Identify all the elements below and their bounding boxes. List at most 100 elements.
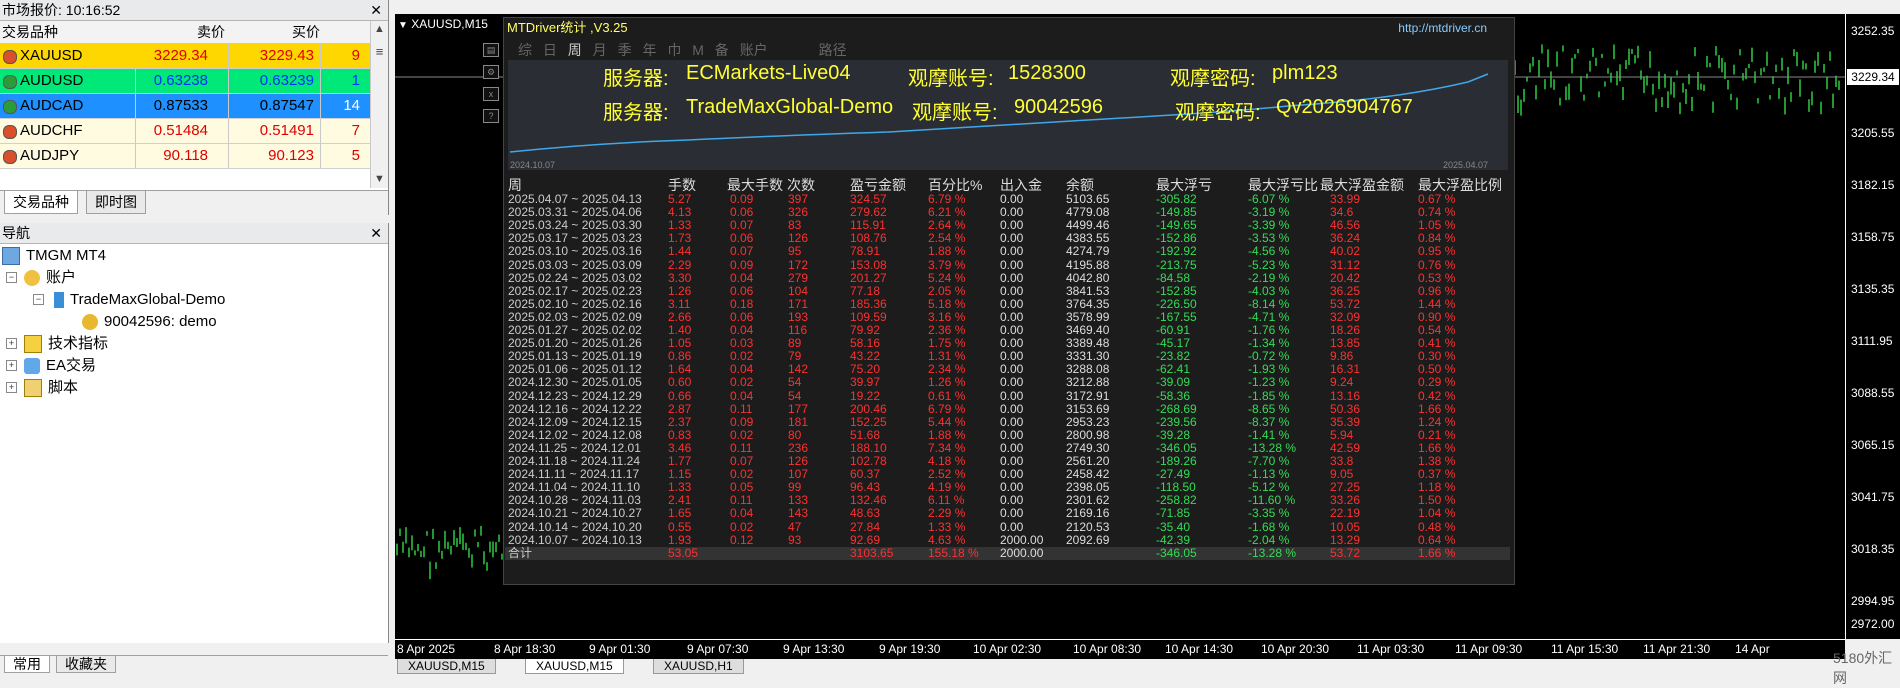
market-row[interactable]: AUDCAD 0.87533 0.87547 14 bbox=[0, 94, 370, 119]
pnl-cell: 43.22 bbox=[850, 349, 881, 364]
chart-tab-2[interactable]: XAUUSD,M15 bbox=[525, 659, 624, 674]
tab-summary[interactable]: 综 bbox=[518, 42, 532, 58]
expand-experts-icon[interactable]: + bbox=[6, 360, 17, 371]
tab-day[interactable]: 日 bbox=[543, 42, 557, 58]
tab-tick-chart[interactable]: 即时图 bbox=[86, 191, 146, 214]
max-float-loss-pct-cell: -4.03 % bbox=[1248, 283, 1290, 298]
count-cell: 142 bbox=[788, 362, 809, 377]
col-ask-header[interactable]: 买价 bbox=[270, 21, 320, 43]
max-float-profit-cell: 16.31 bbox=[1330, 362, 1361, 377]
nav-item-account[interactable]: 90042596: demo bbox=[82, 312, 217, 332]
column-divider bbox=[135, 144, 136, 168]
max-float-loss-cell: -305.82 bbox=[1156, 192, 1197, 206]
arrow-down-icon bbox=[3, 50, 17, 64]
price-tick: 3135.35 bbox=[1851, 282, 1895, 296]
nav-item-server[interactable]: TradeMaxGlobal-Demo bbox=[54, 290, 225, 310]
scroll-up-icon[interactable]: ▲ bbox=[371, 21, 388, 38]
tab-favorites[interactable]: 收藏夹 bbox=[56, 656, 116, 673]
collapse-server-icon[interactable]: − bbox=[33, 294, 44, 305]
server-label-2: 服务器: bbox=[603, 102, 669, 124]
col-symbol-header[interactable]: 交易品种 bbox=[2, 21, 58, 43]
tab-week[interactable]: 周 bbox=[568, 42, 582, 58]
lots-cell: 3.30 bbox=[668, 270, 692, 285]
settings-icon[interactable]: ⚙ bbox=[483, 65, 499, 79]
market-watch-close-icon[interactable]: ✕ bbox=[370, 0, 382, 20]
tab-path[interactable]: 路径 bbox=[819, 42, 847, 58]
tab-symbol[interactable]: 巾 bbox=[667, 42, 681, 58]
max-float-loss-pct-cell: -1.13 % bbox=[1248, 467, 1290, 482]
market-row[interactable]: XAUUSD 3229.34 3229.43 9 bbox=[0, 44, 370, 69]
indicator-icon bbox=[24, 335, 42, 354]
help-icon[interactable]: ? bbox=[483, 109, 499, 123]
nav-item-scripts[interactable]: 脚本 bbox=[24, 378, 78, 398]
max-float-profit-pct-cell: 0.76 % bbox=[1418, 257, 1456, 272]
lots-cell: 2.29 bbox=[668, 257, 692, 272]
pnl-cell: 152.25 bbox=[850, 414, 887, 429]
deposit-cell: 0.00 bbox=[1000, 427, 1024, 442]
column-divider bbox=[135, 119, 136, 143]
week-cell: 2025.03.24 ~ 2025.03.30 bbox=[508, 218, 642, 233]
total-max-float-profit-pct-cell: 1.66 % bbox=[1418, 545, 1456, 560]
max-float-loss-cell: -35.40 bbox=[1156, 519, 1191, 534]
market-row[interactable]: AUDCHF 0.51484 0.51491 7 bbox=[0, 119, 370, 144]
close-icon[interactable]: x bbox=[483, 87, 499, 101]
lots-cell: 0.66 bbox=[668, 388, 692, 403]
max-float-loss-pct-cell: -7.70 % bbox=[1248, 454, 1290, 468]
percent-cell: 1.88 % bbox=[928, 244, 966, 259]
count-cell: 83 bbox=[788, 218, 802, 233]
chart-tab-1[interactable]: XAUUSD,M15 bbox=[397, 659, 496, 674]
pnl-cell: 19.22 bbox=[850, 388, 881, 403]
market-row[interactable]: AUDUSD 0.63238 0.63239 1 bbox=[0, 69, 370, 94]
expand-indicators-icon[interactable]: + bbox=[6, 338, 17, 349]
tab-quarter[interactable]: 季 bbox=[618, 42, 632, 58]
scroll-menu-icon[interactable]: ≡ bbox=[371, 43, 388, 60]
week-cell: 2025.04.07 ~ 2025.04.13 bbox=[508, 192, 642, 206]
nav-item-terminal[interactable]: TMGM MT4 bbox=[2, 246, 106, 266]
max-float-profit-pct-cell: 0.41 % bbox=[1418, 336, 1456, 351]
tab-account[interactable]: 账户 bbox=[740, 42, 768, 58]
deposit-cell: 0.00 bbox=[1000, 440, 1024, 455]
tab-note[interactable]: 备 bbox=[715, 42, 729, 58]
collapse-accounts-icon[interactable]: − bbox=[6, 272, 17, 283]
pnl-cell: 185.36 bbox=[850, 296, 887, 311]
nav-item-experts[interactable]: EA交易 bbox=[24, 356, 96, 376]
lots-cell: 1.93 bbox=[668, 532, 692, 547]
table-row: 2025.02.24 ~ 2025.03.02 3.30 0.04 279 201.27… bbox=[505, 270, 1510, 285]
tab-symbols[interactable]: 交易品种 bbox=[4, 191, 78, 214]
mtdriver-name: MTDriver统计 ,V3.25 bbox=[507, 20, 628, 35]
pnl-cell: 51.68 bbox=[850, 427, 881, 442]
chart-tab-3[interactable]: XAUUSD,H1 bbox=[653, 659, 744, 674]
nav-item-accounts[interactable]: 账户 bbox=[24, 268, 76, 288]
mtdriver-url[interactable]: http://mtdriver.cn bbox=[1398, 17, 1487, 39]
table-row: 2025.03.03 ~ 2025.03.09 2.29 0.09 172 153.08… bbox=[505, 257, 1510, 272]
expand-scripts-icon[interactable]: + bbox=[6, 382, 17, 393]
percent-cell: 4.19 % bbox=[928, 480, 966, 495]
chart-menu-icon[interactable]: ▼ bbox=[398, 20, 408, 31]
bid-cell: 0.87533 bbox=[153, 97, 208, 114]
scroll-down-icon[interactable]: ▼ bbox=[371, 171, 388, 188]
lots-cell: 2.37 bbox=[668, 414, 692, 429]
chart-title: ▼ XAUUSD,M15 bbox=[398, 17, 488, 31]
chart-icon[interactable]: ▤ bbox=[483, 43, 499, 57]
pnl-cell: 132.46 bbox=[850, 493, 887, 508]
lots-cell: 2.66 bbox=[668, 309, 692, 324]
max-float-profit-cell: 9.24 bbox=[1330, 375, 1354, 390]
tab-year[interactable]: 年 bbox=[642, 42, 656, 58]
column-divider bbox=[228, 144, 229, 168]
market-row[interactable]: AUDJPY 90.118 90.123 5 bbox=[0, 144, 370, 169]
max-float-profit-cell: 40.02 bbox=[1330, 244, 1361, 259]
tab-common[interactable]: 常用 bbox=[4, 656, 50, 673]
max-float-loss-pct-cell: -3.39 % bbox=[1248, 218, 1290, 233]
tab-magic[interactable]: M bbox=[692, 42, 704, 58]
count-cell: 143 bbox=[788, 506, 809, 521]
nav-item-indicators[interactable]: 技术指标 bbox=[24, 334, 108, 354]
max-float-profit-pct-cell: 1.66 % bbox=[1418, 440, 1456, 455]
market-watch-scrollbar[interactable]: ▲ ≡ ▼ bbox=[370, 21, 388, 188]
col-bid-header[interactable]: 卖价 bbox=[175, 21, 225, 43]
tab-month[interactable]: 月 bbox=[593, 42, 607, 58]
navigator-close-icon[interactable]: ✕ bbox=[370, 223, 382, 243]
max-float-loss-cell: -213.75 bbox=[1156, 257, 1197, 272]
total-lots-cell: 53.05 bbox=[668, 545, 699, 560]
table-row: 2025.02.10 ~ 2025.02.16 3.11 0.18 171 185.36… bbox=[505, 296, 1510, 311]
week-cell: 2024.11.18 ~ 2024.11.24 bbox=[508, 454, 641, 468]
